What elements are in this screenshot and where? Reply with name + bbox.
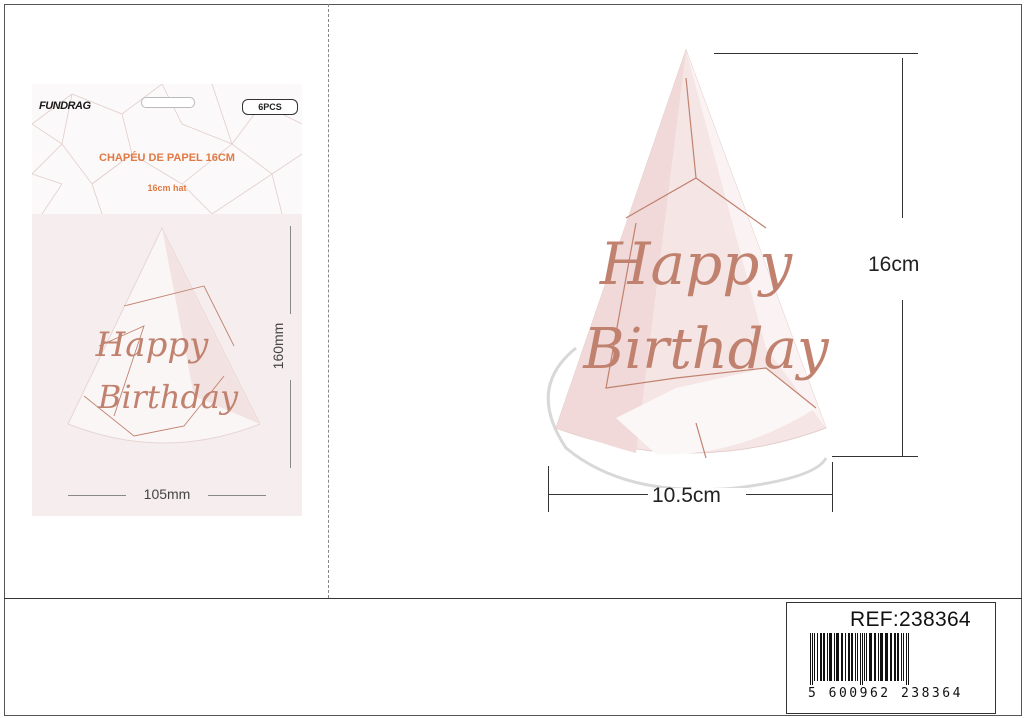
- vertical-divider: [328, 4, 329, 598]
- barcode-bar: [834, 633, 835, 681]
- barcode-bar: [897, 633, 899, 681]
- barcode-bar: [820, 633, 822, 681]
- horizontal-divider: [4, 598, 1022, 599]
- barcode-bar: [862, 633, 863, 685]
- barcode-number: 5 600962 238364: [808, 686, 963, 701]
- barcode-bar: [841, 633, 843, 681]
- package-header: FUNDRAG 6PCS CHAPÉU DE PAPEL 16CM 16cm h…: [32, 84, 302, 214]
- barcode-bar: [857, 633, 858, 681]
- hat-text-happy: Happy: [599, 230, 793, 298]
- reference-code: REF:238364: [850, 608, 971, 631]
- package-width-label: 105mm: [143, 486, 191, 502]
- barcode-bar: [829, 633, 832, 681]
- barcode-bar: [901, 633, 902, 681]
- brand-logo: FUNDRAG: [39, 100, 91, 112]
- barcode-bar: [851, 633, 853, 681]
- barcode-bar: [810, 633, 811, 685]
- barcode-bar: [874, 633, 876, 681]
- package-subtitle: 16cm hat: [147, 183, 187, 193]
- package-hat-text-1: Happy: [95, 325, 209, 365]
- height-line-lower: [902, 300, 903, 456]
- barcode-bar: [903, 633, 904, 681]
- barcode-bar: [817, 633, 818, 681]
- package-height-line-top: [290, 226, 291, 314]
- barcode-bar: [864, 633, 865, 681]
- width-left-tick: [548, 466, 549, 512]
- width-line-right: [746, 494, 832, 495]
- barcode-bar: [827, 633, 828, 681]
- width-right-tick: [832, 462, 833, 512]
- width-line-left: [548, 494, 648, 495]
- barcode-bar: [845, 633, 846, 681]
- party-hat-image: Happy Birthday: [546, 48, 830, 488]
- barcode-bar: [812, 633, 813, 685]
- barcode-bar: [908, 633, 909, 685]
- barcode-bar: [878, 633, 879, 681]
- barcode-bar: [880, 633, 883, 681]
- quantity-badge: 6PCS: [242, 99, 298, 115]
- barcode-bar: [866, 633, 867, 681]
- hat-text-birthday: Birthday: [582, 317, 830, 382]
- barcode-bar: [860, 633, 861, 685]
- barcode-bar: [848, 633, 850, 681]
- hanger-hole: [141, 97, 195, 108]
- barcode-bar: [890, 633, 892, 681]
- barcode-bar: [814, 633, 815, 681]
- barcode-bar: [836, 633, 839, 681]
- package-height-line-bottom: [290, 380, 291, 468]
- barcode-image: [810, 633, 909, 685]
- package-height-label: 160mm: [270, 322, 286, 370]
- height-line-upper: [902, 58, 903, 218]
- package-hat-image: Happy Birthday: [67, 226, 261, 444]
- package-title: CHAPÉU DE PAPEL 16CM: [99, 152, 235, 164]
- package-card: FUNDRAG 6PCS CHAPÉU DE PAPEL 16CM 16cm h…: [32, 84, 302, 516]
- barcode-bar: [855, 633, 856, 681]
- width-dimension-label: 10.5cm: [652, 484, 721, 507]
- barcode-bar: [906, 633, 907, 685]
- height-dimension-label: 16cm: [868, 253, 920, 276]
- package-hat-text-2: Birthday: [97, 378, 239, 416]
- height-bottom-tick: [832, 456, 918, 457]
- barcode-bar: [823, 633, 825, 681]
- barcode-bar: [869, 633, 872, 681]
- height-top-tick: [714, 53, 918, 54]
- barcode-bar: [885, 633, 888, 681]
- barcode-bar: [894, 633, 896, 681]
